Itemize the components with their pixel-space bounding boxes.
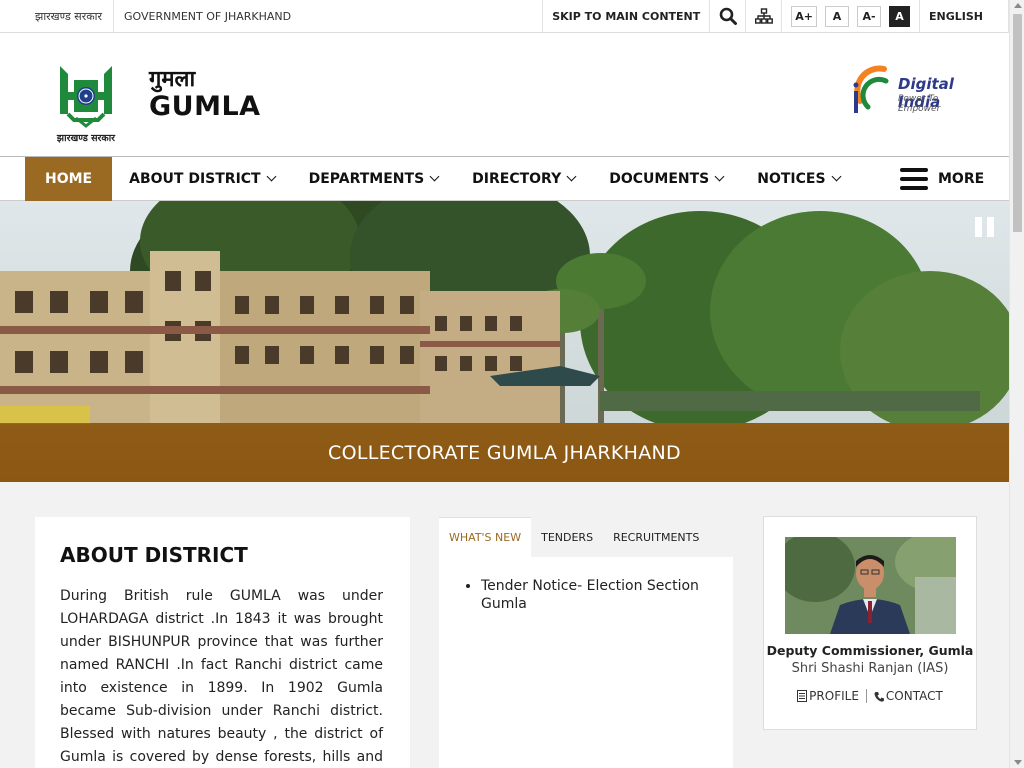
tab-recruitments[interactable]: RECRUITMENTS: [603, 517, 709, 557]
nav-item-home[interactable]: HOME: [25, 156, 113, 201]
font-increase-button[interactable]: A+: [791, 5, 817, 27]
more-menu-button[interactable]: MORE: [900, 157, 984, 201]
digital-india-subtitle: Power To Empower: [898, 94, 941, 114]
language-selector[interactable]: ENGLISH: [919, 0, 1009, 33]
news-tab-bar: WHAT'S NEW TENDERS RECRUITMENTS: [439, 517, 733, 557]
emblem-icon: झारखण्ड सरकार: [56, 66, 116, 144]
sitemap-icon: [754, 8, 773, 24]
news-item[interactable]: Tender Notice- Election Section Gumla: [481, 577, 718, 613]
font-size-controls: A+ A A- A: [781, 0, 919, 33]
font-decrease-button[interactable]: A-: [857, 5, 881, 27]
jharkhand-emblem-logo[interactable]: झारखण्ड सरकार: [50, 60, 122, 144]
deputy-commissioner-photo: [785, 537, 956, 634]
font-normal-button[interactable]: A: [825, 5, 849, 27]
document-icon: [797, 690, 808, 702]
nav-item-label: HOME: [45, 170, 93, 187]
main-navigation: HOME ABOUT DISTRICT DEPARTMENTS DIRECTOR…: [0, 156, 1009, 201]
dc-designation: Deputy Commissioner, Gumla: [766, 643, 974, 658]
tab-whats-new[interactable]: WHAT'S NEW: [439, 517, 532, 557]
nav-item-label: DEPARTMENTS: [308, 170, 425, 187]
more-label: MORE: [938, 171, 985, 187]
phone-icon: [874, 691, 884, 702]
nav-item-departments[interactable]: DEPARTMENTS: [292, 157, 456, 201]
chevron-down-icon: [831, 171, 841, 182]
site-name-hindi: गुमला: [149, 67, 196, 92]
nav-item-directory[interactable]: DIRECTORY: [455, 157, 592, 201]
scroll-down-icon[interactable]: [1014, 760, 1022, 765]
chevron-down-icon: [266, 171, 277, 182]
dc-profile-label: PROFILE: [809, 689, 859, 703]
dc-name: Shri Shashi Ranjan (IAS): [791, 661, 949, 676]
scroll-up-icon[interactable]: [1014, 3, 1022, 8]
nav-item-about-district[interactable]: ABOUT DISTRICT: [112, 157, 291, 201]
search-icon: [719, 7, 737, 25]
nav-item-notices[interactable]: NOTICES: [740, 157, 856, 201]
nav-item-label: ABOUT DISTRICT: [129, 170, 261, 187]
skip-to-main-content-link[interactable]: SKIP TO MAIN CONTENT: [542, 0, 709, 33]
deputy-commissioner-card: Deputy Commissioner, Gumla Shri Shashi R…: [763, 516, 977, 730]
gov-link-english[interactable]: GOVERNMENT OF JHARKHAND: [114, 10, 542, 23]
top-bar: झारखण्ड सरकार GOVERNMENT OF JHARKHAND SK…: [0, 0, 1009, 33]
search-button[interactable]: [709, 0, 745, 33]
hamburger-icon: [900, 168, 928, 190]
site-header: झारखण्ड सरकार गुमला GUMLA Digital India …: [0, 33, 1009, 157]
dc-contact-link[interactable]: CONTACT: [867, 689, 950, 703]
slider-pause-button[interactable]: [975, 217, 994, 237]
page-scrollbar[interactable]: [1009, 0, 1024, 768]
gov-link-hindi[interactable]: झारखण्ड सरकार: [0, 0, 114, 33]
sitemap-button[interactable]: [745, 0, 781, 33]
digital-india-icon: [853, 65, 889, 113]
dc-contact-label: CONTACT: [885, 689, 943, 703]
logo-caption: झारखण्ड सरकार: [56, 133, 116, 144]
hero-slider: COLLECTORATE GUMLA JHARKHAND: [0, 201, 1009, 482]
site-name[interactable]: GUMLA: [149, 91, 261, 122]
nav-item-label: NOTICES: [757, 170, 826, 187]
high-contrast-button[interactable]: A: [889, 5, 910, 27]
digital-india-logo[interactable]: Digital India Power To Empower: [850, 63, 980, 117]
chevron-down-icon: [566, 171, 577, 182]
hero-caption: COLLECTORATE GUMLA JHARKHAND: [0, 423, 1009, 482]
about-district-title: ABOUT DISTRICT: [60, 543, 248, 567]
dc-links: PROFILE CONTACT: [764, 689, 976, 703]
scrollbar-thumb[interactable]: [1013, 14, 1022, 232]
news-list: Tender Notice- Election Section Gumla: [439, 557, 733, 768]
about-district-card: ABOUT DISTRICT During British rule GUMLA…: [35, 517, 410, 768]
nav-item-documents[interactable]: DOCUMENTS: [592, 157, 740, 201]
pause-icon: [975, 217, 982, 237]
news-tabs-panel: WHAT'S NEW TENDERS RECRUITMENTS Tender N…: [439, 517, 733, 768]
nav-item-label: DIRECTORY: [472, 170, 562, 187]
page: झारखण्ड सरकार GOVERNMENT OF JHARKHAND SK…: [0, 0, 1009, 768]
tab-tenders[interactable]: TENDERS: [531, 517, 603, 557]
chevron-down-icon: [714, 171, 725, 182]
chevron-down-icon: [429, 171, 440, 182]
about-district-text: During British rule GUMLA was under LOHA…: [60, 588, 383, 765]
nav-item-label: DOCUMENTS: [609, 170, 710, 187]
dc-profile-link[interactable]: PROFILE: [790, 689, 866, 703]
